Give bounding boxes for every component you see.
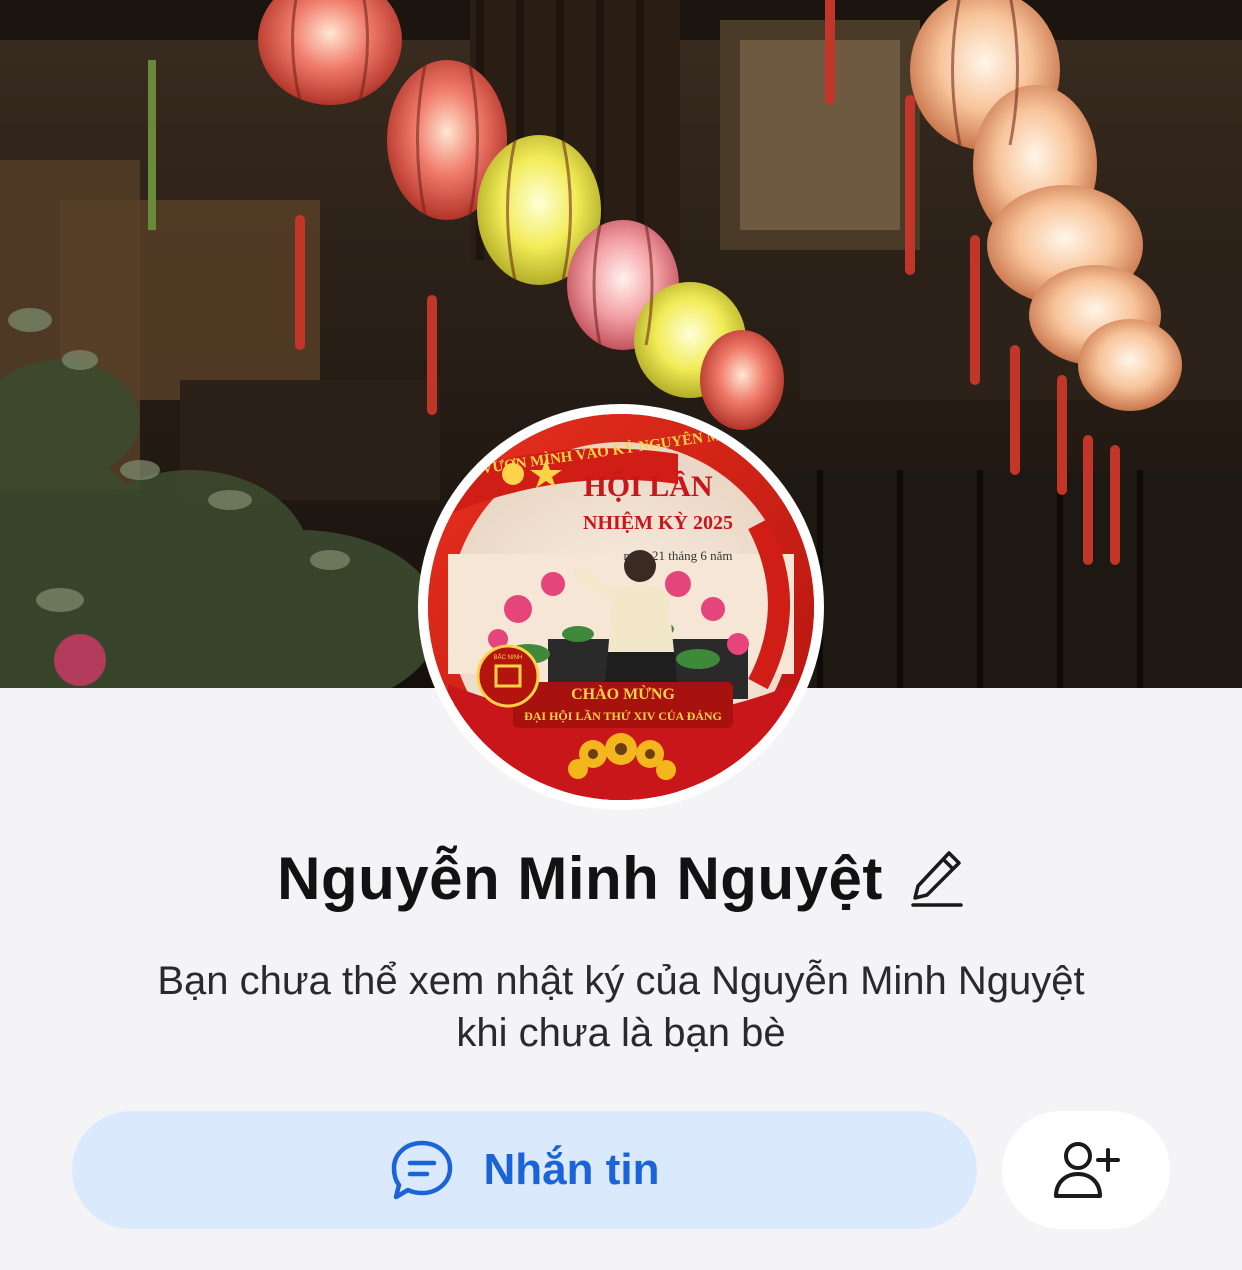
avatar[interactable]: KHÁT VỌNG VƯƠN MÌNH VÀO KỶ NGUYÊN MỚI HỘ…: [428, 414, 814, 800]
pencil-icon[interactable]: [909, 847, 965, 909]
avatar-congress: ĐẠI HỘI LẦN THỨ XIV CỦA ĐẢNG: [524, 708, 722, 723]
add-friend-icon: [1054, 1142, 1120, 1198]
add-friend-button[interactable]: [1002, 1111, 1170, 1229]
privacy-notice-line-1: Bạn chưa thể xem nhật ký của Nguyễn Minh…: [157, 959, 1085, 1003]
avatar-date: ngày 21 tháng 6 năm: [623, 548, 732, 563]
message-button[interactable]: Nhắn tin: [72, 1111, 977, 1229]
message-button-label: Nhắn tin: [483, 1145, 660, 1194]
privacy-notice: Bạn chưa thể xem nhật ký của Nguyễn Minh…: [60, 955, 1182, 1059]
chat-bubble-icon: [391, 1140, 452, 1200]
profile-name-row: Nguyễn Minh Nguyệt: [0, 838, 1242, 918]
privacy-notice-line-2: khi chưa là bạn bè: [456, 1011, 786, 1055]
profile-name: Nguyễn Minh Nguyệt: [277, 844, 883, 912]
avatar-badge-text: BẮC NINH: [494, 653, 523, 661]
avatar-heading: HỘI LẦN: [583, 469, 713, 503]
avatar-term: NHIỆM KỲ 2025: [583, 511, 733, 534]
avatar-welcome: CHÀO MỪNG: [571, 684, 675, 703]
